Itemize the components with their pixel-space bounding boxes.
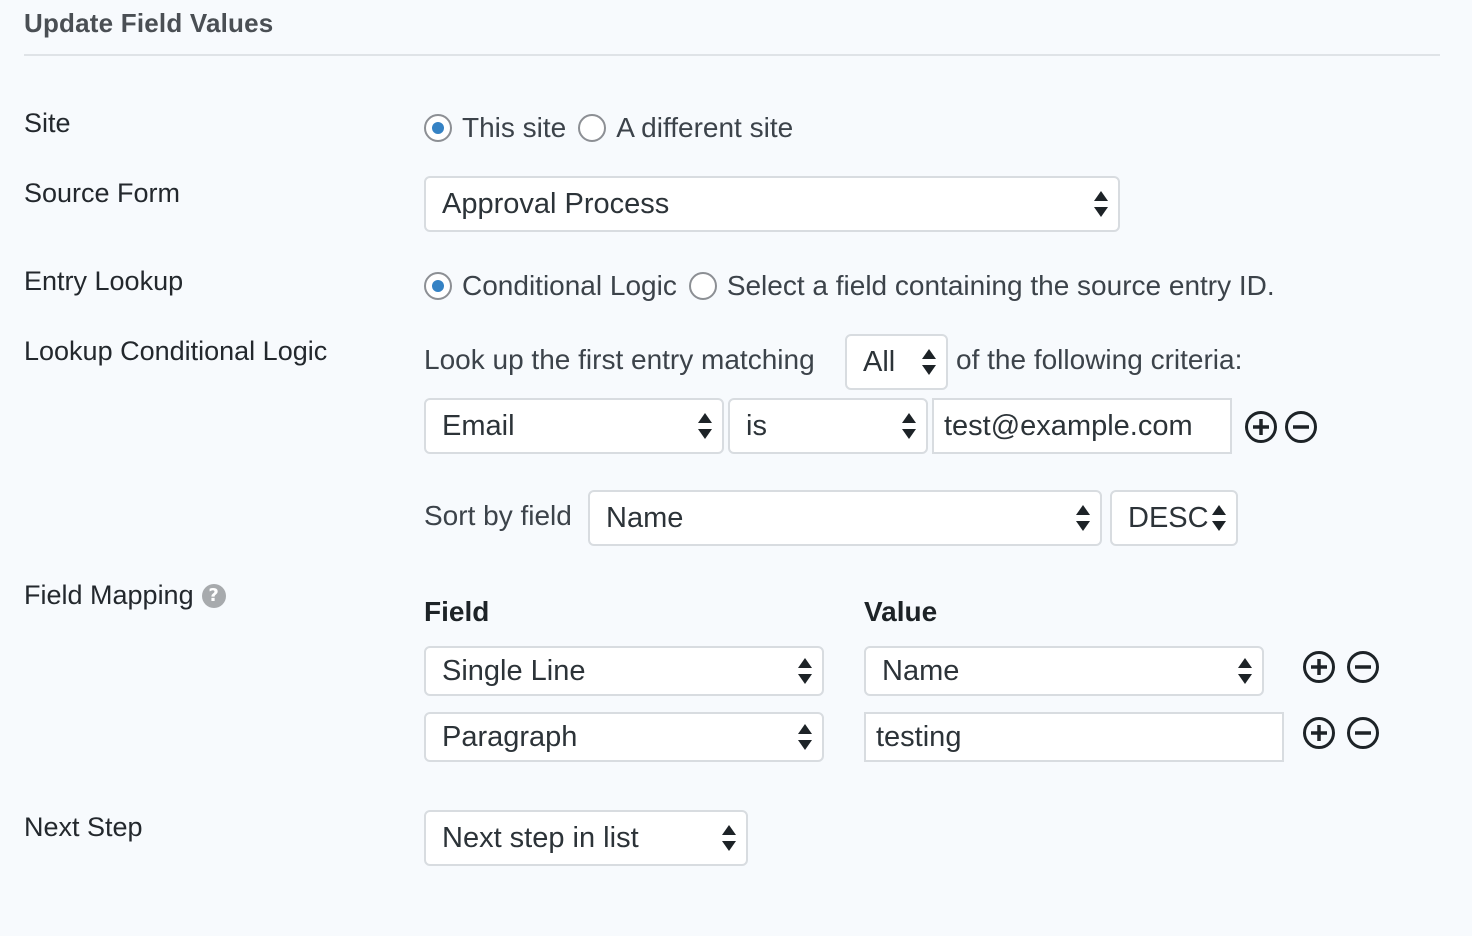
site-radio-different-site[interactable] <box>578 114 607 142</box>
sort-direction-select-value: DESC <box>1128 501 1209 534</box>
source-form-select-value: Approval Process <box>442 187 670 220</box>
add-mapping-plus-circle-icon[interactable] <box>1302 716 1336 750</box>
entry-lookup-radio-conditional[interactable] <box>424 272 452 300</box>
remove-mapping-minus-circle-icon[interactable] <box>1346 650 1380 684</box>
lookup-prefix-text: Look up the first entry matching <box>424 344 815 375</box>
rule-operator-select-value: is <box>746 409 767 442</box>
source-form-select[interactable]: Approval Process <box>424 176 1120 232</box>
entry-lookup-radio-field-id[interactable] <box>688 272 717 300</box>
section-divider <box>24 54 1440 56</box>
remove-mapping-minus-circle-icon[interactable] <box>1346 716 1380 750</box>
mapping-value-input-text: testing <box>876 720 962 753</box>
site-radio-different-site-label[interactable]: A different site <box>616 112 793 144</box>
sort-by-label: Sort by field <box>424 500 572 531</box>
mapping-field-select[interactable]: Single Line <box>424 646 824 696</box>
match-type-select-value: All <box>863 345 896 378</box>
select-arrows-icon <box>1238 657 1252 685</box>
next-step-select[interactable]: Next step in list <box>424 810 748 866</box>
mapping-field-select-value: Single Line <box>442 654 586 687</box>
mapping-value-input[interactable]: testing <box>864 712 1284 762</box>
add-rule-plus-circle-icon[interactable] <box>1244 410 1278 444</box>
field-mapping-label: Field Mapping <box>24 580 194 610</box>
site-radio-this-site-label[interactable]: This site <box>462 112 566 144</box>
select-arrows-icon <box>798 723 812 751</box>
rule-field-select-value: Email <box>442 409 515 442</box>
select-arrows-icon <box>698 412 712 440</box>
rule-field-select[interactable]: Email <box>424 398 724 454</box>
lookup-logic-label: Lookup Conditional Logic <box>24 336 328 366</box>
mapping-value-select[interactable]: Name <box>864 646 1264 696</box>
sort-field-select-value: Name <box>606 501 684 534</box>
site-radio-this-site[interactable] <box>424 114 452 142</box>
select-arrows-icon <box>1076 504 1090 532</box>
value-column-header: Value <box>864 596 938 627</box>
match-type-select[interactable]: All <box>845 334 948 390</box>
site-radio-group: This site A different site <box>424 112 805 144</box>
source-form-label: Source Form <box>24 178 181 208</box>
sort-field-select[interactable]: Name <box>588 490 1102 546</box>
select-arrows-icon <box>922 348 936 376</box>
lookup-suffix-text: of the following criteria: <box>956 344 1243 375</box>
entry-lookup-label: Entry Lookup <box>24 266 184 296</box>
entry-lookup-radio-conditional-label[interactable]: Conditional Logic <box>462 270 677 302</box>
select-arrows-icon <box>1094 190 1108 218</box>
field-column-header: Field <box>424 596 490 627</box>
mapping-value-select-value: Name <box>882 654 960 687</box>
entry-lookup-radio-group: Conditional Logic Select a field contain… <box>424 270 1287 302</box>
entry-lookup-radio-field-id-label[interactable]: Select a field containing the source ent… <box>727 270 1275 302</box>
mapping-field-select[interactable]: Paragraph <box>424 712 824 762</box>
sort-direction-select[interactable]: DESC <box>1110 490 1238 546</box>
select-arrows-icon <box>722 824 736 852</box>
next-step-label: Next Step <box>24 812 143 842</box>
remove-rule-minus-circle-icon[interactable] <box>1284 410 1318 444</box>
rule-operator-select[interactable]: is <box>728 398 928 454</box>
select-arrows-icon <box>1212 504 1226 532</box>
field-mapping-label-wrap: Field Mapping ? <box>24 580 226 611</box>
section-title: Update Field Values <box>24 8 274 38</box>
mapping-field-select-value: Paragraph <box>442 720 578 753</box>
next-step-select-value: Next step in list <box>442 821 639 854</box>
select-arrows-icon <box>798 657 812 685</box>
select-arrows-icon <box>902 412 916 440</box>
rule-value-input-text: test@example.com <box>944 409 1193 442</box>
site-label: Site <box>24 108 71 138</box>
add-mapping-plus-circle-icon[interactable] <box>1302 650 1336 684</box>
help-icon[interactable]: ? <box>201 583 226 608</box>
rule-value-input[interactable]: test@example.com <box>932 398 1232 454</box>
